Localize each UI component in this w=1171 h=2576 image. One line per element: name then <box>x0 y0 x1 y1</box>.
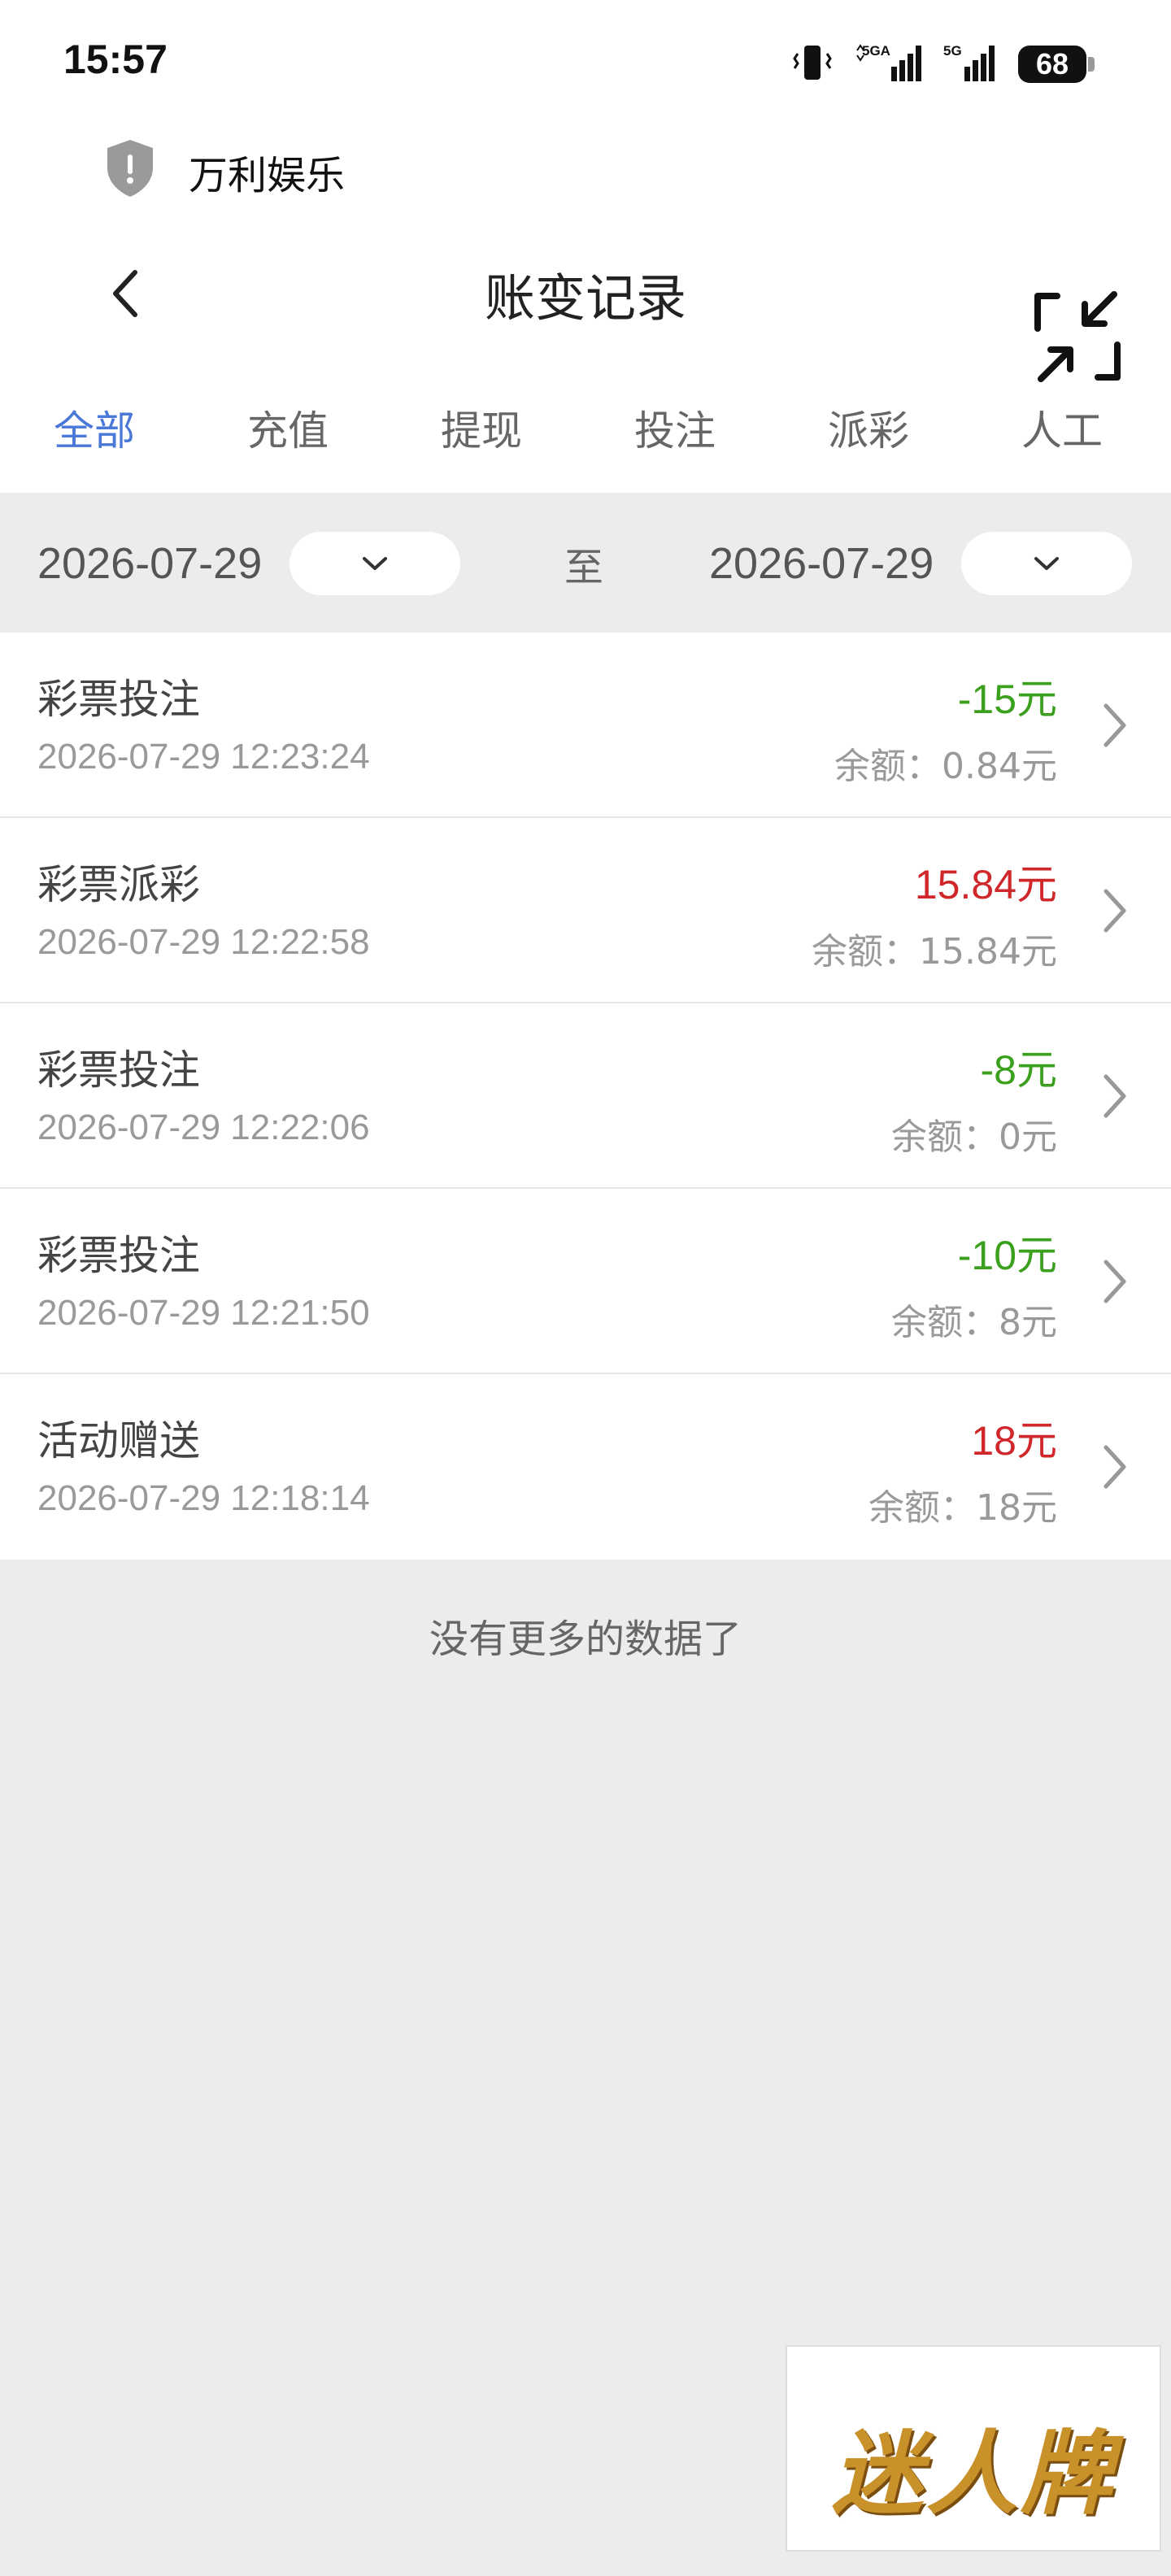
status-bar: 15:57 5GA 5G 68 <box>0 0 1171 122</box>
end-date-dropdown[interactable] <box>961 532 1132 595</box>
chevron-right-icon <box>1104 703 1126 747</box>
chevron-down-icon <box>363 557 387 570</box>
tab-bar: 全部 充值 提现 投注 派彩 人工 <box>0 363 1171 493</box>
vibrate-icon <box>790 42 834 86</box>
record-balance: 余额：0元 <box>891 1116 1057 1158</box>
chevron-right-icon <box>1104 1260 1126 1303</box>
start-date[interactable]: 2026-07-29 <box>37 538 262 589</box>
record-balance: 余额：15.84元 <box>812 931 1057 973</box>
record-amount: -10元 <box>957 1233 1057 1278</box>
list-item[interactable]: 活动赠送 2026-07-29 12:18:14 18元 余额：18元 <box>0 1374 1171 1560</box>
start-date-dropdown[interactable] <box>289 532 460 595</box>
page: 15:57 5GA 5G 68 万利娱乐 账变记录 全部 充值 提现 投注 派彩… <box>0 0 1171 2576</box>
chevron-right-icon <box>1104 1445 1126 1489</box>
record-time: 2026-07-29 12:23:24 <box>37 737 370 777</box>
chevron-right-icon <box>1104 889 1126 933</box>
list-item[interactable]: 彩票投注 2026-07-29 12:23:24 -15元 余额：0.84元 <box>0 633 1171 818</box>
list-item[interactable]: 彩票派彩 2026-07-29 12:22:58 15.84元 余额：15.84… <box>0 818 1171 1003</box>
brand-logo: 迷人牌 <box>786 2345 1161 2552</box>
tab-all[interactable]: 全部 <box>54 398 135 457</box>
compress-arrows-icon <box>1033 291 1122 389</box>
chevron-down-icon <box>1034 557 1059 570</box>
no-more-data-text: 没有更多的数据了 <box>429 1617 742 1662</box>
record-type: 彩票投注 <box>37 1046 200 1094</box>
tab-manual[interactable]: 人工 <box>1021 398 1103 457</box>
date-filter: 2026-07-29 至 2026-07-29 <box>0 493 1171 633</box>
record-type: 活动赠送 <box>37 1417 200 1464</box>
header: 账变记录 <box>0 216 1171 382</box>
record-time: 2026-07-29 12:18:14 <box>37 1478 370 1518</box>
list-item[interactable]: 彩票投注 2026-07-29 12:21:50 -10元 余额：8元 <box>0 1189 1171 1374</box>
chevron-right-icon <box>1104 1074 1126 1118</box>
shield-warning-icon <box>104 138 156 198</box>
tab-bet[interactable]: 投注 <box>634 398 716 457</box>
record-balance: 余额：0.84元 <box>834 746 1057 787</box>
record-time: 2026-07-29 12:21:50 <box>37 1293 370 1333</box>
record-time: 2026-07-29 12:22:58 <box>37 922 370 962</box>
exit-fullscreen-button[interactable] <box>1033 288 1122 385</box>
battery-level: 68 <box>1035 47 1069 80</box>
date-separator: 至 <box>564 545 604 590</box>
svg-text:5G: 5G <box>943 43 962 59</box>
list-item[interactable]: 彩票投注 2026-07-29 12:22:06 -8元 余额：0元 <box>0 1003 1171 1189</box>
signal-5g-icon: 5G <box>943 42 997 86</box>
status-time: 15:57 <box>63 37 168 82</box>
tab-payout[interactable]: 派彩 <box>828 398 909 457</box>
site-title: 万利娱乐 <box>189 153 346 198</box>
page-title: 账变记录 <box>484 268 686 328</box>
record-type: 彩票投注 <box>37 1232 200 1279</box>
record-amount: 15.84元 <box>914 862 1057 907</box>
record-type: 彩票派彩 <box>37 861 200 908</box>
record-time: 2026-07-29 12:22:06 <box>37 1107 370 1147</box>
record-list: 彩票投注 2026-07-29 12:23:24 -15元 余额：0.84元 彩… <box>0 633 1171 1560</box>
record-balance: 余额：18元 <box>868 1487 1057 1529</box>
end-date[interactable]: 2026-07-29 <box>709 538 934 589</box>
record-amount: -15元 <box>957 677 1057 722</box>
status-icons: 5GA 5G 68 <box>790 42 1095 86</box>
site-bar: 万利娱乐 <box>0 122 1171 216</box>
tab-recharge[interactable]: 充值 <box>247 398 329 457</box>
record-amount: 18元 <box>971 1418 1057 1464</box>
record-balance: 余额：8元 <box>891 1302 1057 1343</box>
tab-withdraw[interactable]: 提现 <box>441 398 522 457</box>
record-amount: -8元 <box>980 1047 1057 1093</box>
battery-indicator: 68 <box>1018 46 1095 83</box>
svg-text:5GA: 5GA <box>862 43 890 59</box>
brand-logo-text: 迷人牌 <box>832 2422 1115 2527</box>
record-type: 彩票投注 <box>37 676 200 723</box>
signal-5ga-icon: 5GA <box>855 42 922 86</box>
